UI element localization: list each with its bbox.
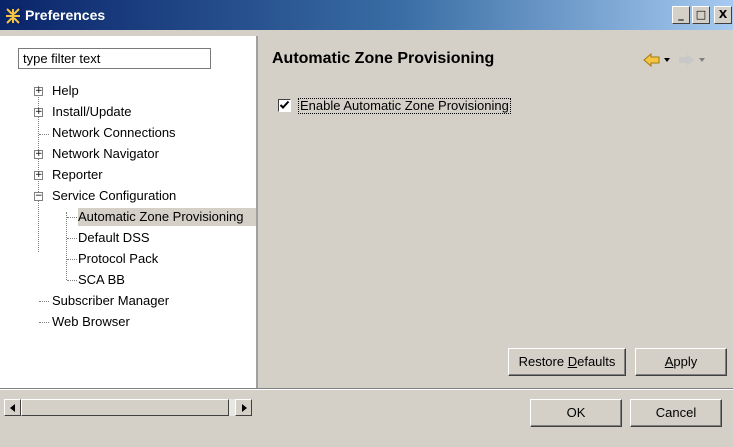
- tree-guide-line: [66, 212, 67, 280]
- cancel-button[interactable]: Cancel: [630, 399, 722, 427]
- right-arrow-icon: [242, 404, 247, 412]
- enable-azp-label[interactable]: Enable Automatic Zone Provisioning: [298, 98, 511, 114]
- tree-connector: [39, 301, 49, 302]
- enable-azp-checkbox[interactable]: [278, 99, 291, 112]
- window-title: Preferences: [25, 7, 106, 23]
- preferences-window: Preferences _ □ X type filter text + + +…: [0, 0, 733, 447]
- preferences-app-icon: [4, 7, 22, 25]
- expand-reporter-icon[interactable]: +: [34, 171, 43, 180]
- page-title: Automatic Zone Provisioning: [272, 50, 495, 67]
- tree-item-protocol-pack[interactable]: Protocol Pack: [78, 250, 158, 268]
- preferences-tree: + + + + − Help Install/Update Network Co…: [0, 36, 256, 366]
- back-arrow-icon[interactable]: [643, 52, 673, 68]
- scroll-left-button[interactable]: [4, 399, 21, 416]
- tree-connector: [39, 322, 49, 323]
- scroll-thumb[interactable]: [21, 399, 229, 416]
- expand-install-update-icon[interactable]: +: [34, 108, 43, 117]
- minimize-button[interactable]: _: [672, 6, 690, 24]
- tree-item-network-connections[interactable]: Network Connections: [52, 124, 176, 142]
- close-button[interactable]: X: [714, 6, 732, 24]
- tree-horizontal-scrollbar[interactable]: [4, 399, 252, 416]
- expand-network-navigator-icon[interactable]: +: [34, 150, 43, 159]
- tree-connector: [67, 217, 77, 218]
- left-arrow-icon: [10, 404, 15, 412]
- restore-defaults-label-start: Restore: [518, 354, 568, 369]
- tree-connector: [67, 259, 77, 260]
- divider: [0, 389, 733, 390]
- expand-help-icon[interactable]: +: [34, 87, 43, 96]
- restore-defaults-accelerator: D: [567, 354, 578, 369]
- forward-arrow-icon[interactable]: [678, 52, 708, 68]
- tree-item-subscriber-manager[interactable]: Subscriber Manager: [52, 292, 169, 310]
- title-bar[interactable]: Preferences _ □ X: [0, 0, 733, 30]
- apply-button[interactable]: Apply: [635, 348, 727, 376]
- restore-defaults-label-end: efaults: [577, 354, 616, 369]
- tree-item-sca-bb[interactable]: SCA BB: [78, 271, 125, 289]
- tree-connector: [67, 280, 77, 281]
- maximize-button[interactable]: □: [692, 6, 710, 24]
- tree-item-service-configuration[interactable]: Service Configuration: [52, 187, 176, 205]
- restore-defaults-button[interactable]: Restore Defaults: [508, 348, 626, 376]
- tree-item-network-navigator[interactable]: Network Navigator: [52, 145, 159, 163]
- tree-item-automatic-zone-provisioning[interactable]: Automatic Zone Provisioning: [78, 208, 256, 226]
- checkmark-icon: [279, 100, 290, 109]
- tree-item-install-update[interactable]: Install/Update: [52, 103, 132, 121]
- ok-button[interactable]: OK: [530, 399, 622, 427]
- tree-item-help[interactable]: Help: [52, 82, 79, 100]
- apply-label-end: pply: [673, 354, 698, 369]
- tree-item-web-browser[interactable]: Web Browser: [52, 313, 130, 331]
- tree-item-reporter[interactable]: Reporter: [52, 166, 103, 184]
- tree-connector: [39, 134, 49, 135]
- collapse-service-configuration-icon[interactable]: −: [34, 192, 43, 201]
- tree-item-default-dss[interactable]: Default DSS: [78, 229, 150, 247]
- preferences-tree-panel: type filter text + + + + − Help Install/…: [0, 36, 256, 416]
- scroll-right-button[interactable]: [235, 399, 252, 416]
- tree-connector: [67, 238, 77, 239]
- preference-page-panel: Automatic Zone Provisioning Enable Autom…: [258, 36, 733, 388]
